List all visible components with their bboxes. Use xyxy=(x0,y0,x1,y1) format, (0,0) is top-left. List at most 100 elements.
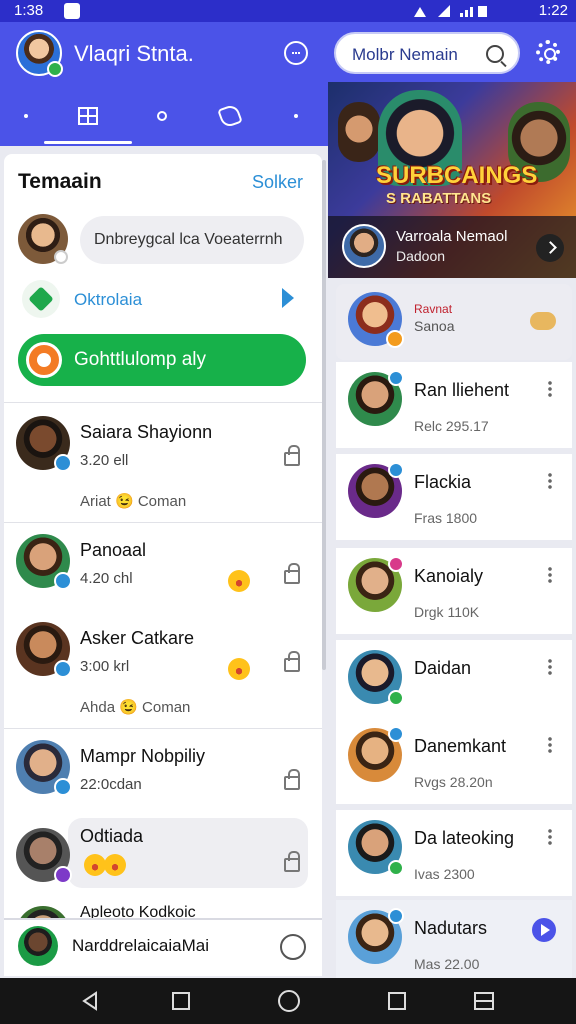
chat-preview: Ahda 😉 Coman xyxy=(80,699,191,716)
chat-name: Odtiada xyxy=(80,826,144,846)
badge-icon xyxy=(388,860,404,876)
avatar xyxy=(348,908,404,964)
tab-puzzle[interactable] xyxy=(200,86,260,146)
compose-bar[interactable]: NarddrelaicaiaMai xyxy=(4,918,322,972)
recents-icon[interactable] xyxy=(388,992,406,1010)
contact-item[interactable]: Da lateoking Ivas 2300 xyxy=(336,810,572,896)
smiley-icon[interactable] xyxy=(280,934,306,960)
menu-icon[interactable] xyxy=(474,992,494,1010)
channel-avatar xyxy=(342,224,386,268)
gear-icon[interactable] xyxy=(536,40,560,64)
badge-icon xyxy=(388,726,404,742)
home-icon[interactable] xyxy=(278,990,300,1012)
chat-item[interactable]: Saiara Shayionn 3.20 ell Ariat 😉 Coman xyxy=(4,406,322,524)
emoji-face-icon xyxy=(84,854,106,876)
search-icon[interactable] xyxy=(486,45,504,63)
contact-name: Nadutars xyxy=(414,918,488,938)
status-input[interactable]: Dnbreygcal lca Voeaterrnh xyxy=(80,216,304,264)
app-notification-icon xyxy=(64,3,80,19)
more-vertical-icon[interactable] xyxy=(548,736,552,754)
lock-icon xyxy=(284,851,300,872)
user-avatar[interactable] xyxy=(16,30,63,77)
status-time-right: 1:22 xyxy=(538,2,568,19)
channel-name: Varroala Nemaol xyxy=(396,228,508,245)
green-action-button[interactable]: Gohttlulomp aly xyxy=(18,334,306,386)
avatar xyxy=(18,926,58,966)
lock-icon xyxy=(284,769,300,790)
chevron-right-icon[interactable] xyxy=(536,234,564,262)
tab-dot-end[interactable] xyxy=(266,86,326,146)
contact-item[interactable]: Danemkant Rvgs 28.20n xyxy=(336,718,572,804)
featured-banner[interactable]: SURBCAINGS S RABATTANS Varroala Nemaol D… xyxy=(328,82,576,278)
avatar xyxy=(16,622,72,678)
lock-icon xyxy=(284,445,300,466)
tab-search[interactable] xyxy=(132,86,192,146)
contact-sub: Rvgs 28.20n xyxy=(414,774,493,790)
contact-item[interactable]: Kanoialy Drgk 110K xyxy=(336,548,572,634)
contact-name: Da lateoking xyxy=(414,828,515,848)
channel-sub: Dadoon xyxy=(396,248,446,264)
chat-bubble-icon[interactable] xyxy=(284,41,308,65)
more-vertical-icon[interactable] xyxy=(548,658,552,676)
more-vertical-icon[interactable] xyxy=(548,566,552,584)
grid-icon xyxy=(78,107,98,125)
compose-text: NarddrelaicaiaMai xyxy=(72,936,210,955)
badge-icon xyxy=(388,690,404,706)
banner-subtitle: S RABATTANS xyxy=(386,190,492,207)
puzzle-icon xyxy=(217,103,243,129)
tab-dot[interactable] xyxy=(0,86,56,146)
contact-sub: Mas 22.00 xyxy=(414,956,480,972)
lock-icon xyxy=(284,651,300,672)
badge-icon xyxy=(388,370,404,386)
online-dot-icon xyxy=(47,61,63,77)
link-icon xyxy=(22,280,60,318)
more-vertical-icon[interactable] xyxy=(548,472,552,490)
more-vertical-icon[interactable] xyxy=(548,828,552,846)
avatar xyxy=(348,462,404,518)
badge-icon xyxy=(54,572,72,590)
contact-item[interactable]: Nadutars Mas 22.00 xyxy=(336,900,572,986)
chat-sub: 4.20 chl xyxy=(80,570,133,587)
emoji-face-icon xyxy=(104,854,126,876)
status-dot-icon xyxy=(54,250,68,264)
status-time-left: 1:38 xyxy=(14,2,44,19)
badge-icon xyxy=(530,312,556,330)
scrollbar[interactable] xyxy=(322,160,326,670)
tab-grid[interactable] xyxy=(44,86,132,146)
badge-icon xyxy=(54,660,72,678)
my-avatar[interactable] xyxy=(18,214,68,264)
tab-bar xyxy=(0,86,328,146)
contact-sub: Fras 1800 xyxy=(414,510,478,526)
status-prompt: Dnbreygcal lca Voeaterrnh xyxy=(94,231,283,248)
chat-name: Saiara Shayionn xyxy=(80,422,213,442)
avatar xyxy=(16,416,72,472)
badge-icon xyxy=(388,556,404,572)
avatar xyxy=(348,726,404,782)
more-vertical-icon[interactable] xyxy=(548,380,552,398)
signal-icons xyxy=(414,5,487,17)
top-header: Vlaqri Stnta. Molbr Nemain xyxy=(0,22,576,86)
contact-name: Flackia xyxy=(414,472,472,492)
chat-sub: 3:00 krl xyxy=(80,658,130,675)
divider xyxy=(4,402,322,403)
featured-contact[interactable]: Ravnat Sanoa xyxy=(336,284,572,360)
chat-item[interactable]: Asker Catkare 3:00 krl Ahda 😉 Coman xyxy=(4,612,322,730)
status-bar: 1:38 1:22 xyxy=(0,0,576,22)
contact-item[interactable]: Flackia Fras 1800 xyxy=(336,454,572,540)
play-icon[interactable] xyxy=(532,918,556,942)
avatar xyxy=(348,370,404,426)
chat-name: Asker Catkare xyxy=(80,628,195,648)
contact-item[interactable]: Daidan xyxy=(336,640,572,726)
system-nav-bar xyxy=(0,978,576,1024)
contact-item[interactable]: Ran lliehent Relc 295.17 xyxy=(336,362,572,448)
contact-sub: Relc 295.17 xyxy=(414,418,489,434)
divider xyxy=(4,728,322,729)
character-illustration xyxy=(338,102,380,162)
link-label[interactable]: Oktrolaia xyxy=(74,290,142,310)
back-icon[interactable] xyxy=(80,991,100,1011)
square-icon[interactable] xyxy=(172,992,190,1010)
panel-action-link[interactable]: Solker xyxy=(252,172,303,193)
arrow-right-icon[interactable] xyxy=(282,288,294,308)
featured-tag: Ravnat xyxy=(414,302,453,316)
search-input[interactable]: Molbr Nemain xyxy=(334,32,520,74)
